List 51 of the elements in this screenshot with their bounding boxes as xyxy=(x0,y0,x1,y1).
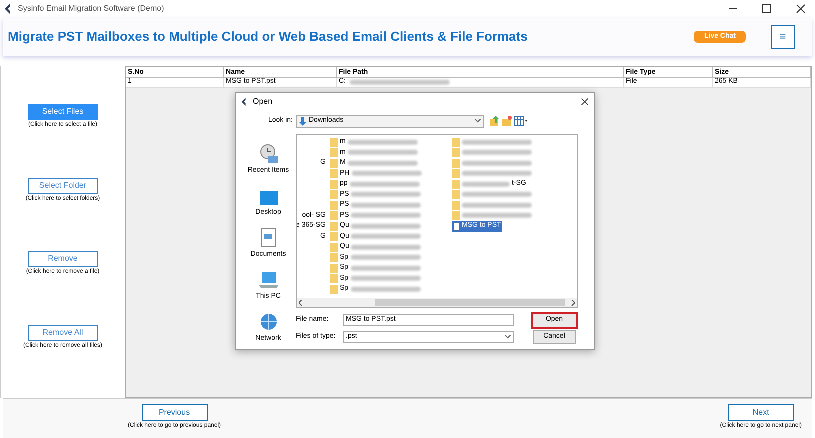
close-icon[interactable] xyxy=(796,4,806,14)
menu-button[interactable]: ≡ xyxy=(771,25,795,49)
down-arrow-icon xyxy=(299,116,307,126)
blurred-text xyxy=(351,224,422,229)
new-folder-icon[interactable] xyxy=(502,116,512,126)
action-button[interactable]: Remove xyxy=(28,251,98,267)
action-button[interactable]: Select Folder xyxy=(28,178,98,194)
blurred-text xyxy=(462,171,532,176)
blurred-text xyxy=(351,244,422,250)
nav-button[interactable]: Next xyxy=(728,404,794,421)
network-icon xyxy=(258,312,278,332)
blurred-text xyxy=(350,255,421,260)
up-folder-icon[interactable] xyxy=(490,116,500,126)
blurred-text xyxy=(350,276,421,282)
horizontal-scrollbar[interactable] xyxy=(297,298,577,307)
blurred-text xyxy=(462,160,532,166)
app-logo-icon xyxy=(241,98,249,106)
view-menu-icon[interactable] xyxy=(514,116,528,126)
nav-button[interactable]: Previous xyxy=(142,404,208,421)
blurred-text xyxy=(462,192,532,198)
computer-icon xyxy=(258,270,280,290)
blurred-text xyxy=(462,140,532,145)
chevron-down-icon xyxy=(505,335,511,339)
blurred-text xyxy=(462,182,510,187)
blurred-text xyxy=(462,150,532,156)
blurred-text xyxy=(348,150,418,156)
desktop-icon xyxy=(258,190,278,206)
blurred-text xyxy=(352,171,422,176)
blurred-text xyxy=(462,202,532,208)
blurred-text xyxy=(350,286,421,292)
file-icon xyxy=(453,222,460,231)
scroll-left-icon[interactable] xyxy=(299,300,303,306)
close-icon[interactable] xyxy=(581,98,589,106)
document-icon xyxy=(260,228,276,248)
blurred-text xyxy=(348,160,418,166)
blurred-text xyxy=(351,213,422,218)
chevron-down-icon xyxy=(475,119,481,123)
blurred-text xyxy=(462,213,532,218)
blurred-text xyxy=(351,202,422,208)
blurred-text xyxy=(350,182,420,187)
action-button[interactable]: Remove All xyxy=(28,324,98,340)
window-title: Sysinfo Email Migration Software (Demo) xyxy=(18,3,164,15)
dialog-title: Open xyxy=(253,96,273,108)
maximize-icon[interactable] xyxy=(762,4,772,14)
blurred-text xyxy=(348,140,418,145)
clock-icon xyxy=(258,144,278,164)
app-heading: Migrate PST Mailboxes to Multiple Cloud or Web Based Email Clients & File Formats xyxy=(8,28,528,46)
scroll-right-icon[interactable] xyxy=(571,300,575,306)
blurred-text xyxy=(350,266,421,271)
blurred-text xyxy=(351,234,422,240)
blurred-text xyxy=(351,192,422,198)
